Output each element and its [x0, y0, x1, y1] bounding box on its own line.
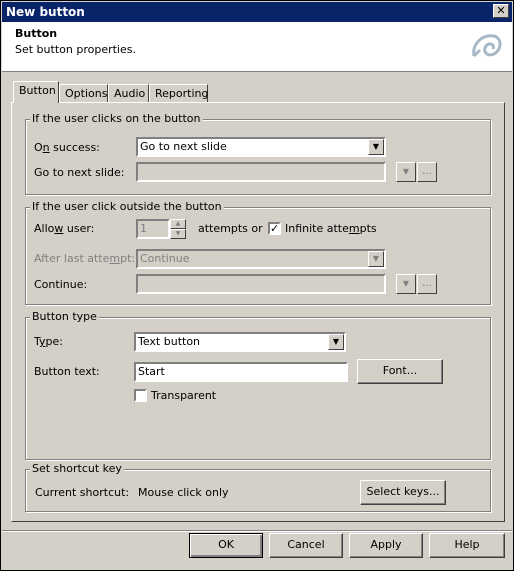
ok-button[interactable]: OK	[189, 533, 263, 558]
tab-panel-button: If the user clicks on the button On succ…	[11, 102, 505, 522]
infinite-attempts-checkbox[interactable]: ✓	[268, 222, 281, 235]
outside-group: If the user click outside the button All…	[25, 200, 491, 305]
transparent-label: Transparent	[151, 389, 217, 402]
continue-field[interactable]	[136, 274, 386, 294]
chevron-down-icon[interactable]: ▼	[368, 251, 384, 267]
outside-group-title: If the user click outside the button	[30, 200, 224, 213]
current-shortcut-label: Current shortcut:	[35, 486, 130, 499]
after-last-attempt-select[interactable]: Continue ▼	[136, 249, 386, 269]
after-last-attempt-value: Continue	[140, 252, 190, 265]
chevron-down-icon[interactable]: ▼	[368, 139, 384, 155]
footer-separator	[2, 530, 512, 532]
dialog-header: Button Set button properties.	[2, 22, 512, 72]
button-type-group: Button type Type: Text button ▼ Button t…	[25, 310, 491, 460]
current-shortcut-value: Mouse click only	[138, 486, 229, 499]
tab-button[interactable]: Button	[13, 81, 59, 103]
shortcut-group-title: Set shortcut key	[30, 462, 124, 475]
continue-label: Continue:	[34, 278, 88, 291]
spin-down-icon[interactable]: ▼	[170, 229, 186, 239]
goto-slide-dropdown-icon[interactable]: ▼	[396, 162, 416, 182]
app-logo-icon	[472, 34, 502, 58]
allow-user-label: Allow user:	[34, 222, 95, 235]
after-last-attempt-label: After last attempt:	[34, 252, 136, 265]
button-type-select[interactable]: Text button ▼	[134, 332, 346, 352]
goto-slide-field[interactable]	[136, 162, 386, 182]
continue-browse-button[interactable]: …	[417, 274, 437, 294]
attempts-label: attempts or	[198, 222, 263, 235]
chevron-down-icon[interactable]: ▼	[328, 334, 344, 350]
button-text-label: Button text:	[34, 365, 100, 378]
on-success-value: Go to next slide	[140, 140, 227, 153]
continue-dropdown-icon[interactable]: ▼	[396, 274, 416, 294]
transparent-checkbox[interactable]	[134, 389, 147, 402]
success-group: If the user clicks on the button On succ…	[25, 112, 491, 195]
close-icon[interactable]: ✕	[493, 4, 509, 18]
font-button[interactable]: Font...	[357, 359, 443, 384]
cancel-button[interactable]: Cancel	[269, 533, 343, 558]
allow-user-input[interactable]: 1	[136, 219, 170, 239]
select-keys-button[interactable]: Select keys...	[360, 480, 446, 505]
goto-slide-browse-button[interactable]: …	[417, 162, 437, 182]
type-label: Type:	[34, 335, 63, 348]
allow-user-stepper[interactable]: ▲ ▼	[170, 219, 186, 239]
dialog-window: New button ✕ Button Set button propertie…	[0, 0, 514, 571]
help-button[interactable]: Help	[429, 533, 505, 558]
spin-up-icon[interactable]: ▲	[170, 219, 186, 229]
success-group-title: If the user clicks on the button	[30, 112, 203, 125]
tab-audio[interactable]: Audio	[108, 84, 149, 103]
on-success-select[interactable]: Go to next slide ▼	[136, 137, 386, 157]
tab-options[interactable]: Options	[59, 84, 108, 103]
title-bar: New button ✕	[2, 2, 512, 22]
button-type-group-title: Button type	[30, 310, 99, 323]
window-title: New button	[6, 5, 85, 19]
on-success-label: On success:	[34, 141, 100, 154]
infinite-attempts-label: Infinite attempts	[285, 222, 377, 235]
tab-reporting[interactable]: Reporting	[149, 84, 208, 103]
button-text-input[interactable]: Start	[134, 362, 348, 382]
shortcut-group: Set shortcut key Current shortcut: Mouse…	[25, 462, 491, 512]
header-title: Button	[15, 27, 58, 40]
button-type-value: Text button	[138, 335, 201, 348]
header-subtitle: Set button properties.	[15, 43, 136, 56]
apply-button[interactable]: Apply	[349, 533, 423, 558]
goto-slide-label: Go to next slide:	[34, 166, 125, 179]
